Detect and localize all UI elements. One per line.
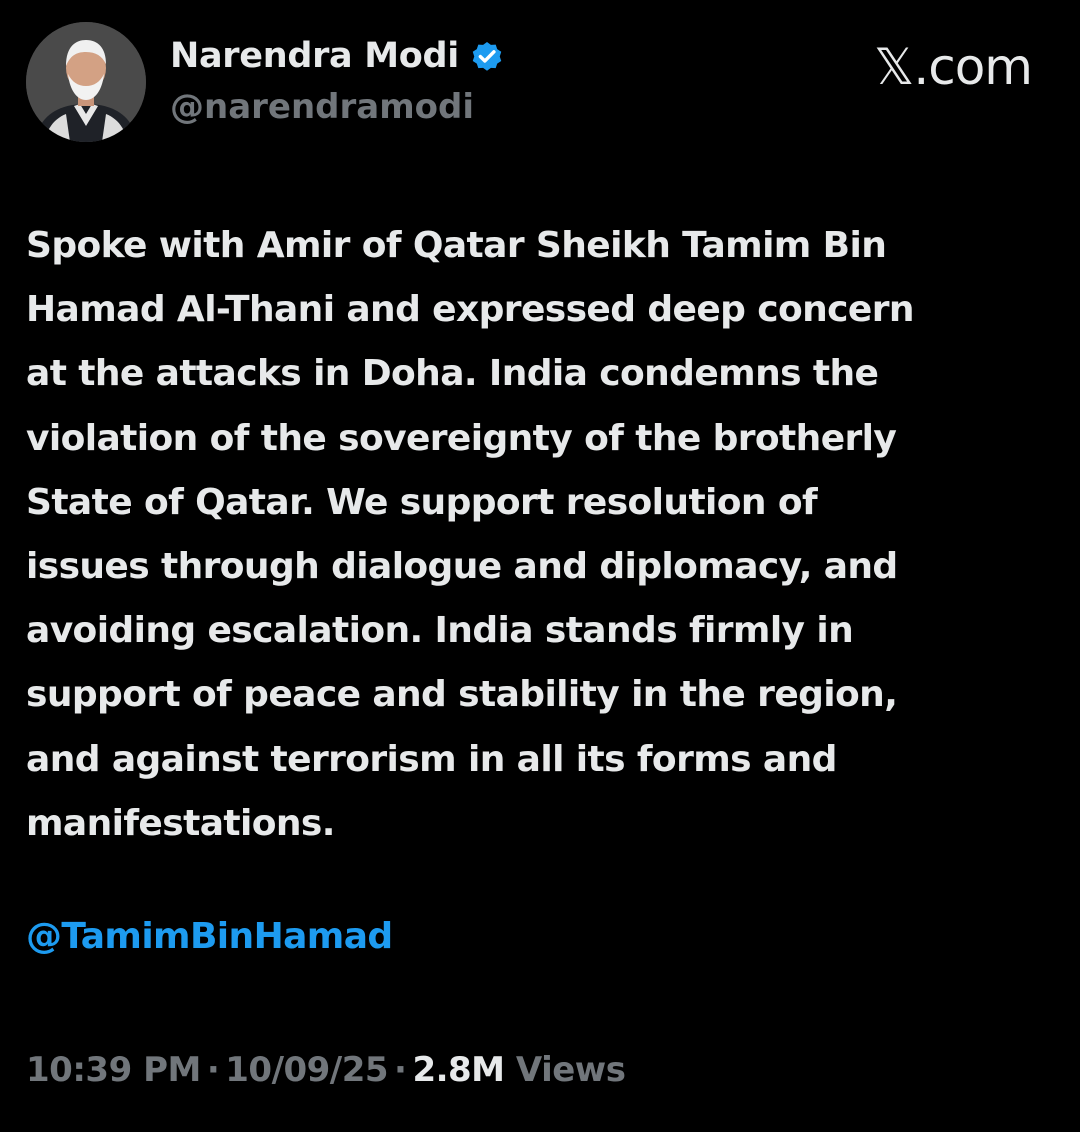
author-display-name[interactable]: Narendra Modi [170,36,459,76]
meta-separator: · [206,1050,220,1090]
views-count[interactable]: 2.8M [412,1050,505,1090]
brand-logo: 𝕏.com [874,38,1033,96]
avatar[interactable] [26,22,146,142]
tweet-date[interactable]: 10/09/25 [225,1050,388,1090]
avatar-image [26,22,146,142]
tweet-text: Spoke with Amir of Qatar Sheikh Tamim Bi… [26,225,914,844]
views-label: Views [515,1050,626,1090]
author-handle[interactable]: @narendramodi [170,87,474,127]
mention-link[interactable]: @TamimBinHamad [26,916,393,957]
tweet-metadata: 10:39 PM · 10/09/25 · 2.8M Views [26,1050,626,1090]
verified-badge-icon [469,38,505,74]
author-name-row[interactable]: Narendra Modi [170,36,505,76]
meta-separator: · [394,1050,407,1090]
tweet-time[interactable]: 10:39 PM [26,1050,201,1090]
